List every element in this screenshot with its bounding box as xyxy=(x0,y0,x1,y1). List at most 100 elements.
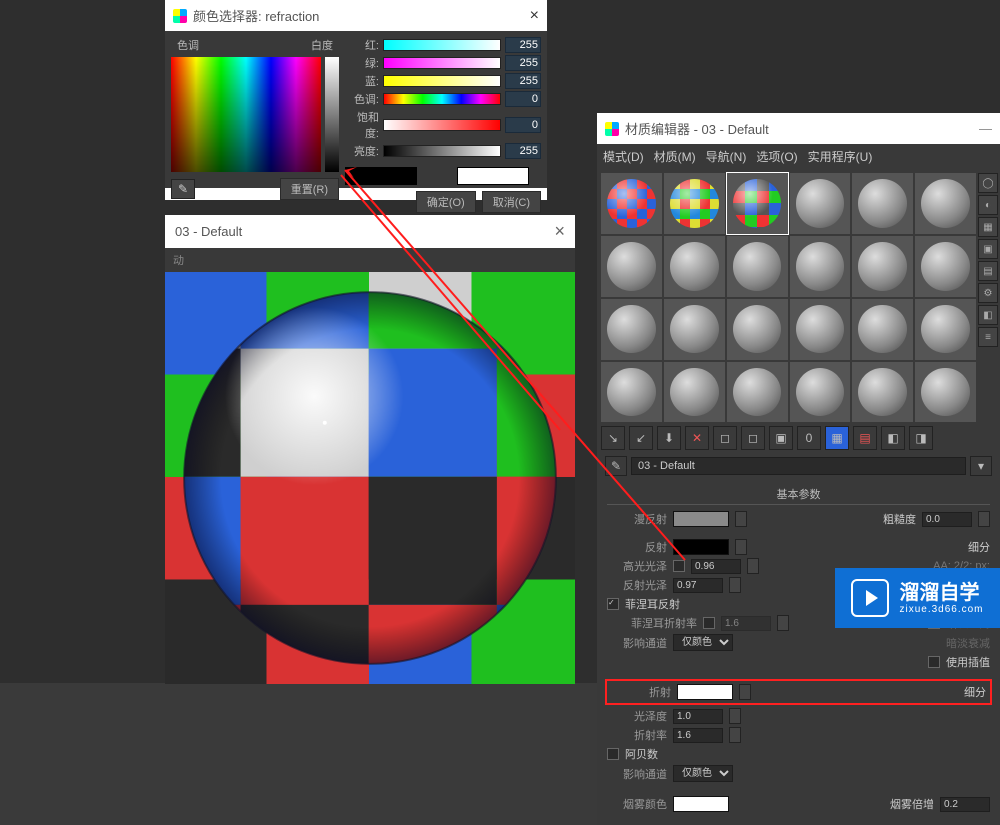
abbe-checkbox[interactable] xyxy=(607,748,619,760)
sample-slot[interactable] xyxy=(727,362,788,423)
spinner-icon[interactable] xyxy=(747,558,759,574)
val-value[interactable]: 255 xyxy=(505,143,541,159)
hue-slider[interactable] xyxy=(383,93,501,105)
pick-material-icon[interactable]: ✎ xyxy=(605,456,627,476)
sample-slot[interactable] xyxy=(790,236,851,297)
fresnel-ior-input[interactable]: 1.6 xyxy=(721,616,771,631)
sample-slot[interactable] xyxy=(727,299,788,360)
menu-mode[interactable]: 模式(D) xyxy=(603,148,644,165)
ok-button[interactable]: 确定(O) xyxy=(416,191,476,213)
hue-sat-picker[interactable] xyxy=(171,57,321,172)
assign-icon[interactable]: ⬇ xyxy=(657,426,681,450)
sample-slot[interactable] xyxy=(664,173,725,234)
material-menu[interactable]: 模式(D) 材质(M) 导航(N) 选项(O) 实用程序(U) xyxy=(597,144,1000,169)
blue-slider[interactable] xyxy=(383,75,501,87)
sample-slot[interactable] xyxy=(915,173,976,234)
sample-slot[interactable] xyxy=(664,236,725,297)
sample-slot[interactable] xyxy=(915,362,976,423)
sample-type-icon[interactable]: ◯ xyxy=(978,173,998,193)
roughness-input[interactable]: 0.0 xyxy=(922,512,972,527)
material-name-input[interactable]: 03 - Default xyxy=(631,457,966,475)
menu-options[interactable]: 选项(O) xyxy=(756,148,797,165)
preview-tab[interactable]: 动 xyxy=(165,248,575,272)
preview-viewport[interactable] xyxy=(165,272,575,684)
show-end-icon[interactable]: ▤ xyxy=(853,426,877,450)
diffuse-swatch[interactable] xyxy=(673,511,729,527)
refract-swatch[interactable] xyxy=(677,684,733,700)
red-value[interactable]: 255 xyxy=(505,37,541,53)
sample-slot[interactable] xyxy=(852,173,913,234)
spinner-icon[interactable] xyxy=(729,708,741,724)
sample-slot[interactable] xyxy=(915,236,976,297)
put-material-icon[interactable]: ↙ xyxy=(629,426,653,450)
close-icon[interactable]: × xyxy=(530,7,539,25)
close-icon[interactable]: × xyxy=(554,221,565,242)
refract-map-button[interactable] xyxy=(739,684,751,700)
fog-swatch[interactable] xyxy=(673,796,729,812)
reflect-swatch[interactable] xyxy=(673,539,729,555)
material-type-button[interactable]: ▾ xyxy=(970,456,992,476)
sample-slot[interactable] xyxy=(852,236,913,297)
make-unique-icon[interactable]: ◻ xyxy=(741,426,765,450)
sample-slot[interactable] xyxy=(790,299,851,360)
preview-titlebar[interactable]: 03 - Default × xyxy=(165,215,575,248)
refl-gloss-input[interactable]: 0.97 xyxy=(673,578,723,593)
mat-id-icon[interactable]: 0 xyxy=(797,426,821,450)
red-slider[interactable] xyxy=(383,39,501,51)
eyedropper-icon[interactable]: ✎ xyxy=(171,179,195,199)
put-library-icon[interactable]: ▣ xyxy=(769,426,793,450)
sample-slot-selected[interactable] xyxy=(727,173,788,234)
go-parent-icon[interactable]: ◧ xyxy=(881,426,905,450)
green-value[interactable]: 255 xyxy=(505,55,541,71)
sat-slider[interactable] xyxy=(383,119,501,131)
ior-lock[interactable] xyxy=(703,617,715,629)
reset-button[interactable]: 重置(R) xyxy=(280,178,339,200)
spinner-icon[interactable] xyxy=(978,511,990,527)
sample-slot[interactable] xyxy=(664,362,725,423)
menu-material[interactable]: 材质(M) xyxy=(654,148,696,165)
color-picker-titlebar[interactable]: 颜色选择器: refraction × xyxy=(165,0,547,31)
sample-slot[interactable] xyxy=(727,236,788,297)
backlight-icon[interactable]: ◐ xyxy=(978,195,998,215)
menu-navigate[interactable]: 导航(N) xyxy=(706,148,747,165)
fresnel-checkbox[interactable] xyxy=(607,598,619,610)
show-map-icon[interactable]: ▦ xyxy=(825,426,849,450)
material-editor-titlebar[interactable]: 材质编辑器 - 03 - Default — xyxy=(597,113,1000,144)
sample-slot[interactable] xyxy=(852,299,913,360)
fog-mult-input[interactable]: 0.2 xyxy=(940,797,990,812)
affect-ch2-select[interactable]: 仅颜色 xyxy=(673,765,733,782)
sample-slot[interactable] xyxy=(601,362,662,423)
spinner-icon[interactable] xyxy=(777,615,789,631)
blue-value[interactable]: 255 xyxy=(505,73,541,89)
use-interp-checkbox[interactable] xyxy=(928,656,940,668)
sat-value[interactable]: 0 xyxy=(505,117,541,133)
affect-ch-select[interactable]: 仅颜色 xyxy=(673,634,733,651)
reset-mat-icon[interactable]: ◻ xyxy=(713,426,737,450)
material-list-icon[interactable]: ≡ xyxy=(978,327,998,347)
options-icon[interactable]: ⚙ xyxy=(978,283,998,303)
spinner-icon[interactable] xyxy=(729,727,741,743)
uv-icon[interactable]: ▣ xyxy=(978,239,998,259)
hilight-lock[interactable] xyxy=(673,560,685,572)
hilight-input[interactable]: 0.96 xyxy=(691,559,741,574)
green-slider[interactable] xyxy=(383,57,501,69)
diffuse-map-button[interactable] xyxy=(735,511,747,527)
spinner-icon[interactable] xyxy=(729,577,741,593)
val-slider[interactable] xyxy=(383,145,501,157)
go-forward-icon[interactable]: ◨ xyxy=(909,426,933,450)
menu-utilities[interactable]: 实用程序(U) xyxy=(808,148,873,165)
ior-input[interactable]: 1.6 xyxy=(673,728,723,743)
sample-slot[interactable] xyxy=(790,173,851,234)
get-material-icon[interactable]: ↘ xyxy=(601,426,625,450)
delete-icon[interactable]: ✕ xyxy=(685,426,709,450)
background-icon[interactable]: ▦ xyxy=(978,217,998,237)
select-icon[interactable]: ◧ xyxy=(978,305,998,325)
hue-value[interactable]: 0 xyxy=(505,91,541,107)
basic-params-header[interactable]: 基本参数 xyxy=(607,484,990,505)
reflect-map-button[interactable] xyxy=(735,539,747,555)
sample-slot[interactable] xyxy=(790,362,851,423)
cancel-button[interactable]: 取消(C) xyxy=(482,191,541,213)
sample-slot[interactable] xyxy=(601,173,662,234)
gloss-input[interactable]: 1.0 xyxy=(673,709,723,724)
sample-slot[interactable] xyxy=(601,299,662,360)
